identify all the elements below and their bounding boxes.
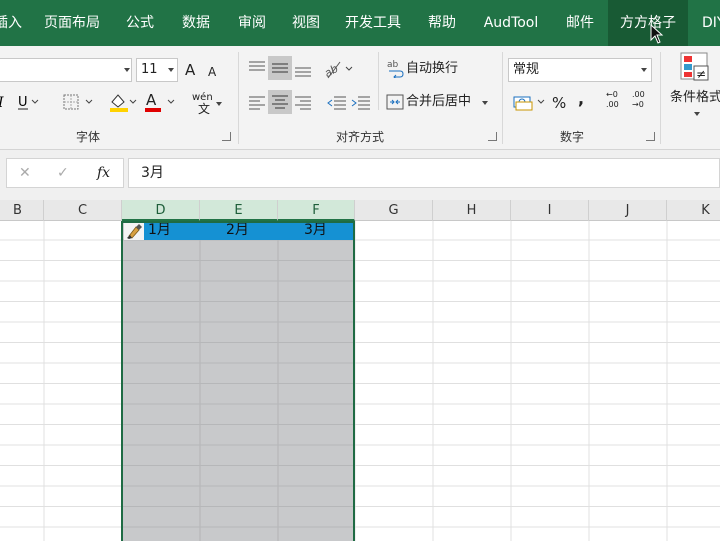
tab-data[interactable]: 数据 — [174, 0, 218, 46]
tab-developer[interactable]: 开发工具 — [340, 0, 406, 46]
column-header-k[interactable]: K — [667, 200, 720, 221]
tab-audtool[interactable]: AudTool — [478, 0, 544, 46]
align-center-icon[interactable] — [268, 90, 292, 114]
group-divider — [238, 52, 239, 144]
accounting-format-icon[interactable] — [512, 92, 546, 112]
wrap-text-icon[interactable]: ab — [386, 58, 404, 78]
number-group-label: 数字 — [559, 130, 584, 144]
fill-color-icon[interactable] — [108, 92, 138, 112]
font-name-box[interactable] — [0, 58, 132, 82]
svg-text:A: A — [146, 92, 157, 109]
number-format-box[interactable]: 常规 — [508, 58, 652, 82]
column-header-e[interactable]: E — [200, 200, 278, 221]
svg-text:≠: ≠ — [696, 67, 706, 81]
cancel-icon[interactable]: ✕ — [19, 163, 31, 183]
conditional-format-button[interactable]: 条件格式 — [670, 88, 720, 108]
ribbon: 11 A A I U A wén 文 字体 ab ab 自动换行 合并后居中 对… — [0, 46, 720, 150]
phonetic-guide-glyph: 文 — [198, 102, 211, 116]
percent-style-button[interactable]: % — [552, 93, 566, 113]
formula-input[interactable]: 3月 — [128, 158, 720, 188]
column-header-f[interactable]: F — [278, 200, 355, 221]
column-header-h[interactable]: H — [433, 200, 511, 221]
chevron-down-icon — [694, 112, 700, 116]
group-divider — [660, 52, 661, 144]
mouse-cursor-icon — [650, 24, 664, 44]
tab-fangfang-gezi[interactable]: 方方格子 — [608, 0, 688, 46]
selection-border — [121, 221, 355, 541]
italic-icon[interactable]: I — [0, 94, 8, 110]
tab-review[interactable]: 审阅 — [232, 0, 272, 46]
increase-indent-icon[interactable] — [350, 92, 372, 112]
underline-icon[interactable]: U — [16, 94, 40, 110]
tab-insert[interactable]: 插入 — [0, 0, 24, 46]
ribbon-tab-bar: 插入 页面布局 公式 数据 审阅 视图 开发工具 帮助 AudTool 邮件 方… — [0, 0, 720, 46]
column-header-b[interactable]: B — [0, 200, 44, 221]
insert-function-icon[interactable]: fx — [97, 163, 110, 183]
tab-formulas[interactable]: 公式 — [120, 0, 160, 46]
worksheet-grid[interactable]: 1月 2月 3月 — [0, 221, 720, 541]
formula-buttons: ✕ ✓ fx — [6, 158, 124, 188]
align-right-icon[interactable] — [292, 92, 314, 112]
tab-diy[interactable]: DIY — [696, 0, 720, 46]
column-header-c[interactable]: C — [44, 200, 122, 221]
align-left-icon[interactable] — [246, 92, 268, 112]
chevron-down-icon — [641, 68, 647, 72]
chevron-down-icon — [216, 102, 222, 106]
column-header-g[interactable]: G — [355, 200, 433, 221]
group-divider — [378, 52, 379, 110]
dialog-launcher-icon[interactable] — [222, 132, 231, 141]
tab-mail[interactable]: 邮件 — [558, 0, 602, 46]
align-middle-icon[interactable] — [268, 56, 292, 80]
merge-center-icon[interactable] — [386, 93, 404, 111]
merge-center-button[interactable]: 合并后居中 — [406, 92, 471, 112]
enter-icon[interactable]: ✓ — [57, 163, 69, 183]
formula-bar: ✕ ✓ fx 3月 — [0, 150, 720, 200]
dialog-launcher-icon[interactable] — [646, 132, 655, 141]
align-top-icon[interactable] — [246, 58, 268, 78]
tab-help[interactable]: 帮助 — [420, 0, 464, 46]
group-divider — [502, 52, 503, 144]
alignment-group-label: 对齐方式 — [335, 130, 384, 144]
svg-text:ab: ab — [387, 60, 399, 70]
chevron-down-icon — [482, 101, 488, 105]
align-bottom-icon[interactable] — [292, 58, 314, 80]
comma-style-button[interactable]: , — [578, 89, 584, 109]
column-header-j[interactable]: J — [589, 200, 667, 221]
decrease-decimal-button[interactable]: .00 →0 — [632, 90, 654, 110]
tab-page-layout[interactable]: 页面布局 — [40, 0, 104, 46]
chevron-down-icon — [124, 68, 130, 72]
decrease-indent-icon[interactable] — [326, 92, 348, 112]
svg-text:U: U — [18, 95, 28, 110]
column-header-i[interactable]: I — [511, 200, 589, 221]
grow-font-button[interactable]: A — [185, 60, 195, 80]
increase-decimal-button[interactable]: ←0 .00 — [606, 90, 628, 110]
column-header-d[interactable]: D — [122, 200, 200, 221]
grid-lines — [0, 221, 720, 541]
tab-view[interactable]: 视图 — [286, 0, 326, 46]
conditional-format-icon[interactable]: ≠ — [680, 52, 712, 86]
svg-text:I: I — [0, 95, 4, 110]
dialog-launcher-icon[interactable] — [488, 132, 497, 141]
font-group-label: 字体 — [75, 130, 100, 144]
chevron-down-icon — [168, 68, 174, 72]
column-headers: B C D E F G H I J K — [0, 200, 720, 221]
shrink-font-button[interactable]: A — [208, 62, 216, 82]
font-color-icon[interactable]: A — [144, 92, 178, 112]
borders-icon[interactable] — [58, 94, 98, 110]
wrap-text-button[interactable]: 自动换行 — [406, 59, 458, 79]
orientation-icon[interactable]: ab — [322, 58, 356, 80]
